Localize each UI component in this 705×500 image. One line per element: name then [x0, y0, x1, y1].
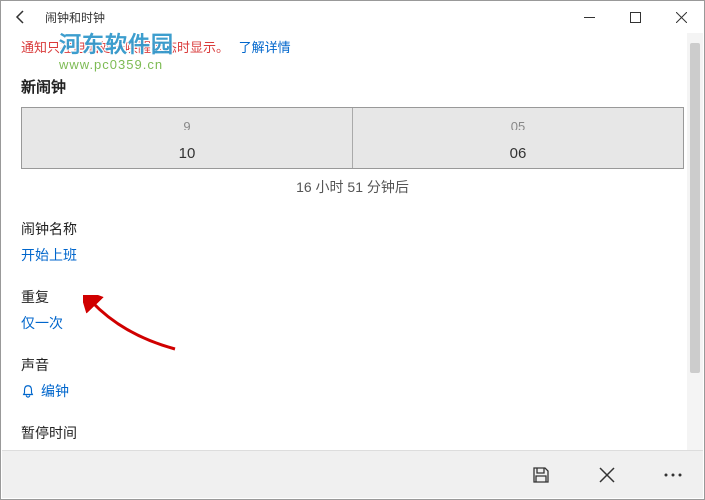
repeat-field: 重复 仅一次	[21, 287, 684, 333]
maximize-button[interactable]	[612, 1, 658, 33]
titlebar: 闹钟和时钟	[1, 1, 704, 33]
sound-label: 声音	[21, 355, 684, 375]
back-button[interactable]	[1, 1, 41, 33]
new-alarm-title: 新闹钟	[21, 76, 684, 97]
repeat-value[interactable]: 仅一次	[21, 313, 684, 333]
alarm-name-label: 闹钟名称	[21, 219, 684, 239]
sound-field: 声音 编钟	[21, 355, 684, 401]
scrollbar[interactable]	[687, 33, 703, 450]
hour-prev: 9	[22, 116, 352, 130]
window-controls	[566, 1, 704, 33]
time-remaining-hint: 16 小时 51 分钟后	[21, 177, 684, 197]
content-area: 新闹钟 9 05 10 06 16 小时 51 分钟后 闹钟名称 开始上班 重复…	[1, 76, 704, 469]
alarm-name-field: 闹钟名称 开始上班	[21, 219, 684, 265]
scroll-thumb[interactable]	[690, 43, 700, 373]
notice-bar: 通知只在电脑处于唤醒状态时显示。 了解详情	[1, 33, 704, 64]
more-button[interactable]	[653, 455, 693, 495]
time-row-cur: 10 06	[22, 138, 683, 168]
notice-text: 通知只在电脑处于唤醒状态时显示。	[21, 40, 229, 55]
cancel-button[interactable]	[587, 455, 627, 495]
save-button[interactable]	[521, 455, 561, 495]
minute-prev: 05	[353, 116, 683, 130]
sound-value-text: 编钟	[41, 381, 69, 401]
time-picker[interactable]: 9 05 10 06	[21, 107, 684, 169]
minimize-button[interactable]	[566, 1, 612, 33]
window-title: 闹钟和时钟	[45, 9, 105, 26]
close-button[interactable]	[658, 1, 704, 33]
sound-value[interactable]: 编钟	[21, 381, 684, 401]
snooze-label: 暂停时间	[21, 423, 684, 443]
bell-icon	[21, 384, 35, 398]
notice-link[interactable]: 了解详情	[239, 40, 291, 55]
alarm-name-value[interactable]: 开始上班	[21, 245, 684, 265]
repeat-label: 重复	[21, 287, 684, 307]
time-row-prev: 9 05	[22, 108, 683, 138]
minute-current[interactable]: 06	[353, 145, 683, 162]
hour-current[interactable]: 10	[22, 145, 352, 162]
bottom-toolbar	[2, 450, 703, 498]
